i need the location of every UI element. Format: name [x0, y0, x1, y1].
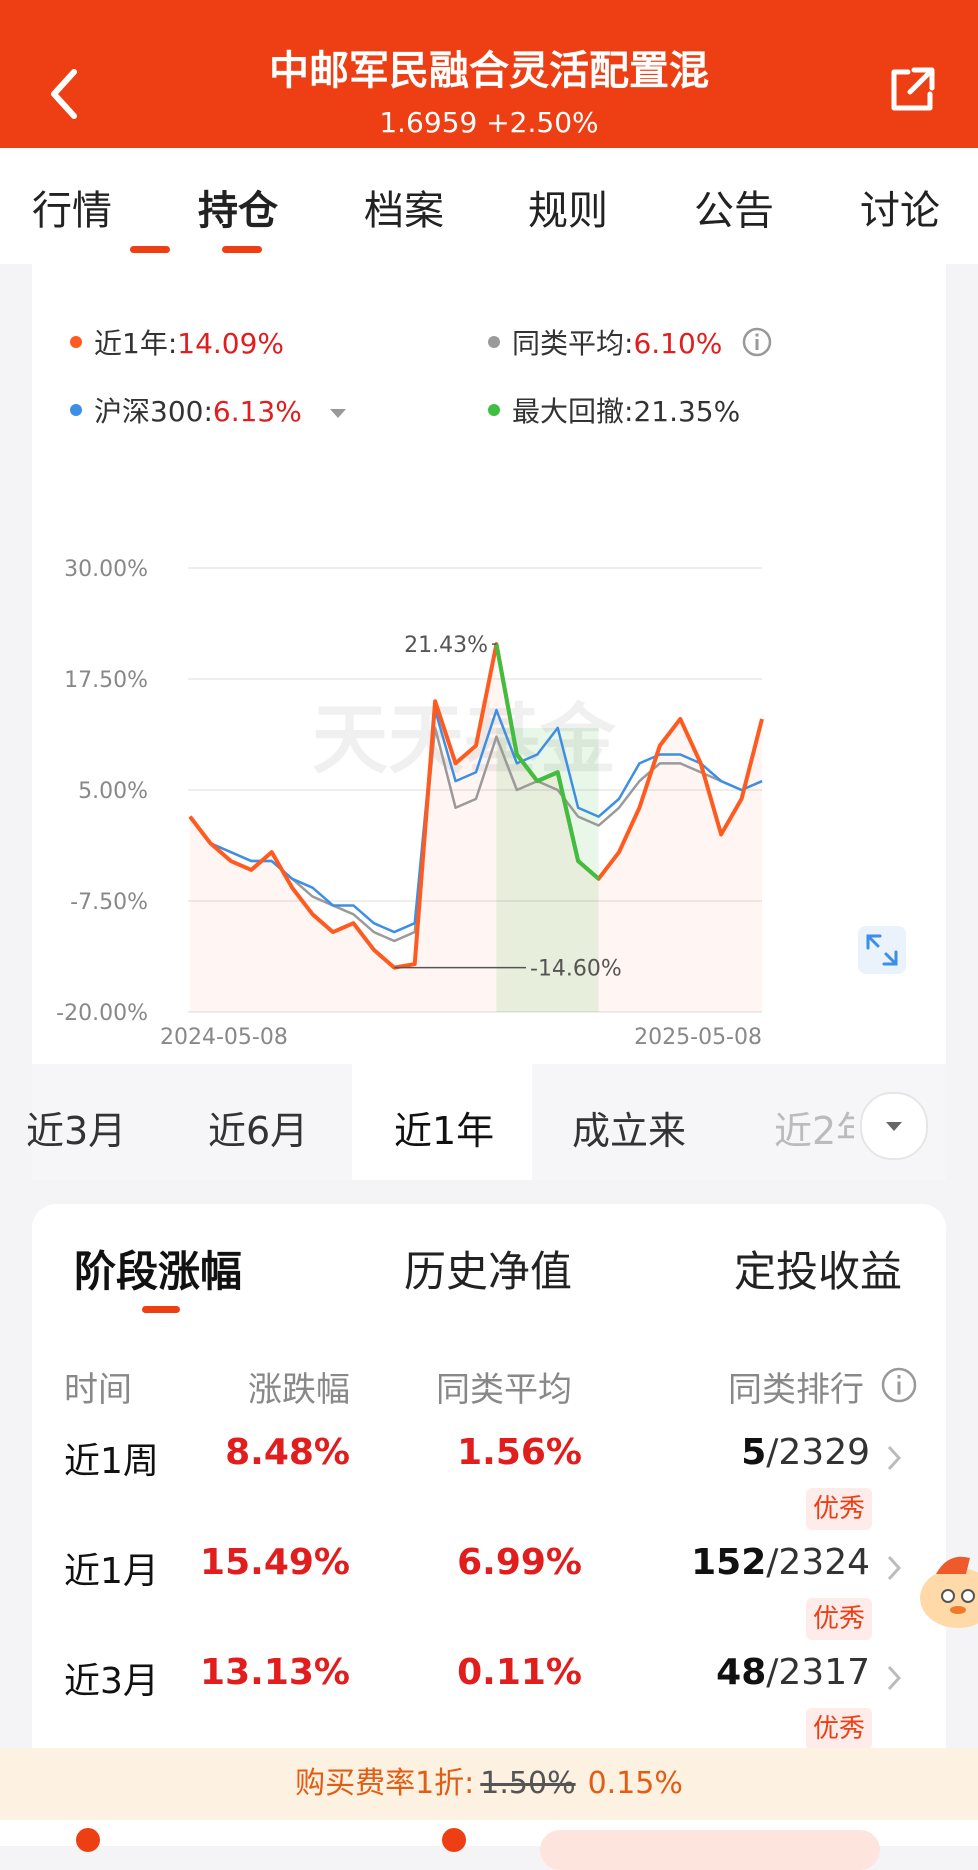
fee-bar[interactable]: 购买费率1折: 1.50% 0.15%	[0, 1748, 978, 1820]
legend-label: 最大回撤:	[512, 395, 634, 428]
legend-hs300[interactable]: 沪深300:6.13%	[70, 390, 349, 430]
tab-nav-history[interactable]: 历史净值	[404, 1238, 572, 1299]
legend-value: 6.10%	[633, 327, 723, 360]
period-3m[interactable]: 近3月	[26, 1100, 126, 1155]
main-tabs: 行情 持仓 档案 规则 公告 讨论	[0, 148, 978, 264]
legend-value: 14.09%	[177, 327, 285, 360]
col-header-change: 涨跌幅	[248, 1370, 350, 1410]
rank-badge: 优秀	[806, 1488, 872, 1530]
row-avg: 6.99%	[457, 1542, 582, 1583]
annotation-high: 21.43%	[404, 633, 488, 658]
fee-current: 0.15%	[587, 1766, 683, 1801]
legend-label: 近1年:	[94, 327, 178, 360]
x-tick-label: 2025-05-08	[634, 1025, 762, 1050]
tab-quotes[interactable]: 行情	[32, 178, 112, 236]
period-2y[interactable]: 近2年	[774, 1100, 854, 1155]
chart-card: 近1年:14.09% 同类平均:6.10% 沪深300:6.13% 最大回撤:2…	[32, 264, 946, 1064]
bottom-action-button[interactable]	[540, 1830, 880, 1870]
tab-indicator	[222, 246, 262, 253]
info-icon[interactable]	[880, 1366, 918, 1404]
info-icon[interactable]	[741, 326, 773, 358]
x-tick-label: 2024-05-08	[160, 1025, 288, 1050]
bottom-icon[interactable]	[76, 1828, 100, 1852]
legend-dot-drawdown	[488, 404, 500, 416]
legend-category-avg: 同类平均:6.10%	[488, 322, 773, 362]
col-header-avg: 同类平均	[436, 1370, 572, 1410]
y-tick-label: 5.00%	[78, 779, 148, 804]
back-arrow-icon[interactable]	[44, 64, 84, 124]
col-header-rank: 同类排行	[728, 1370, 864, 1410]
row-avg: 1.56%	[457, 1432, 582, 1473]
tab-announcements[interactable]: 公告	[694, 178, 774, 236]
bottom-icon[interactable]	[442, 1828, 466, 1852]
share-icon[interactable]	[884, 62, 940, 118]
row-rank[interactable]: 152/2324	[632, 1542, 870, 1583]
legend-max-drawdown: 最大回撤:21.35%	[488, 390, 740, 430]
legend-dot-avg	[488, 336, 500, 348]
app-header: 中邮军民融合灵活配置混 1.6959 +2.50%	[0, 0, 978, 148]
dropdown-triangle-icon[interactable]	[327, 406, 349, 420]
rank-badge: 优秀	[806, 1708, 872, 1750]
period-1y[interactable]: 近1年	[394, 1100, 494, 1155]
fullscreen-icon[interactable]	[858, 926, 906, 974]
legend-value: 6.13%	[212, 395, 302, 428]
col-header-time: 时间	[64, 1370, 132, 1410]
tab-profile[interactable]: 档案	[364, 178, 444, 236]
fee-label: 购买费率1折:	[295, 1766, 475, 1801]
y-tick-label: 30.00%	[64, 557, 148, 582]
chevron-right-icon[interactable]	[886, 1444, 902, 1472]
fund-title: 中邮军民融合灵活配置混	[269, 48, 709, 94]
tab-indicator-secondary	[130, 246, 170, 253]
legend-dot-fund	[70, 336, 82, 348]
tab-sip-return[interactable]: 定投收益	[734, 1238, 902, 1299]
chevron-down-icon	[886, 1122, 902, 1131]
legend-label: 沪深300:	[94, 395, 213, 428]
more-periods-button[interactable]	[860, 1092, 928, 1160]
legend-one-year: 近1年:14.09%	[70, 322, 284, 362]
legend-value: 21.35%	[633, 395, 741, 428]
row-change: 15.49%	[200, 1542, 350, 1583]
y-tick-label: 17.50%	[64, 668, 148, 693]
row-period: 近1月	[64, 1551, 159, 1592]
tab-rules[interactable]: 规则	[528, 178, 608, 236]
fee-original: 1.50%	[480, 1766, 576, 1801]
row-rank[interactable]: 48/2317	[632, 1652, 870, 1693]
performance-chart[interactable]: 30.00% 17.50% 5.00% -7.50% -20.00% 2024-05-08…	[32, 434, 946, 1064]
row-avg: 0.11%	[457, 1652, 582, 1693]
period-selector: 近3月 近6月 近1年 成立来 近2年	[26, 1064, 946, 1180]
y-tick-label: -20.00%	[56, 1001, 148, 1026]
chevron-right-icon[interactable]	[886, 1664, 902, 1692]
rank-total: /2324	[766, 1542, 870, 1583]
mascot-icon[interactable]	[918, 1540, 978, 1634]
row-period: 近3月	[64, 1661, 159, 1702]
period-since-inception[interactable]: 成立来	[572, 1100, 686, 1155]
row-period: 近1周	[64, 1441, 159, 1482]
rank-badge: 优秀	[806, 1598, 872, 1640]
rank-total: /2317	[766, 1652, 870, 1693]
rank-value: 152	[691, 1542, 767, 1583]
y-tick-label: -7.50%	[70, 890, 148, 915]
rank-value: 5	[741, 1432, 767, 1473]
period-6m[interactable]: 近6月	[208, 1100, 308, 1155]
chevron-right-icon[interactable]	[886, 1554, 902, 1582]
nav-change: 1.6959 +2.50%	[379, 106, 599, 139]
annotation-low: -14.60%	[530, 957, 622, 982]
row-change: 13.13%	[200, 1652, 350, 1693]
stage-performance-card: 阶段涨幅 历史净值 定投收益 时间 涨跌幅 同类平均 同类排行 近1周 8.48…	[32, 1204, 946, 1764]
tab-holdings[interactable]: 持仓	[198, 178, 278, 236]
section-tab-indicator	[142, 1306, 180, 1313]
bottom-bar	[0, 1820, 978, 1870]
row-rank[interactable]: 5/2329	[632, 1432, 870, 1473]
row-change: 8.48%	[225, 1432, 350, 1473]
rank-value: 48	[716, 1652, 767, 1693]
tab-discussion[interactable]: 讨论	[860, 178, 940, 236]
chart-watermark: 天天基金	[312, 695, 617, 784]
tab-stage-gain[interactable]: 阶段涨幅	[74, 1238, 242, 1299]
legend-dot-index	[70, 404, 82, 416]
legend-label: 同类平均:	[512, 327, 634, 360]
rank-total: /2329	[766, 1432, 870, 1473]
